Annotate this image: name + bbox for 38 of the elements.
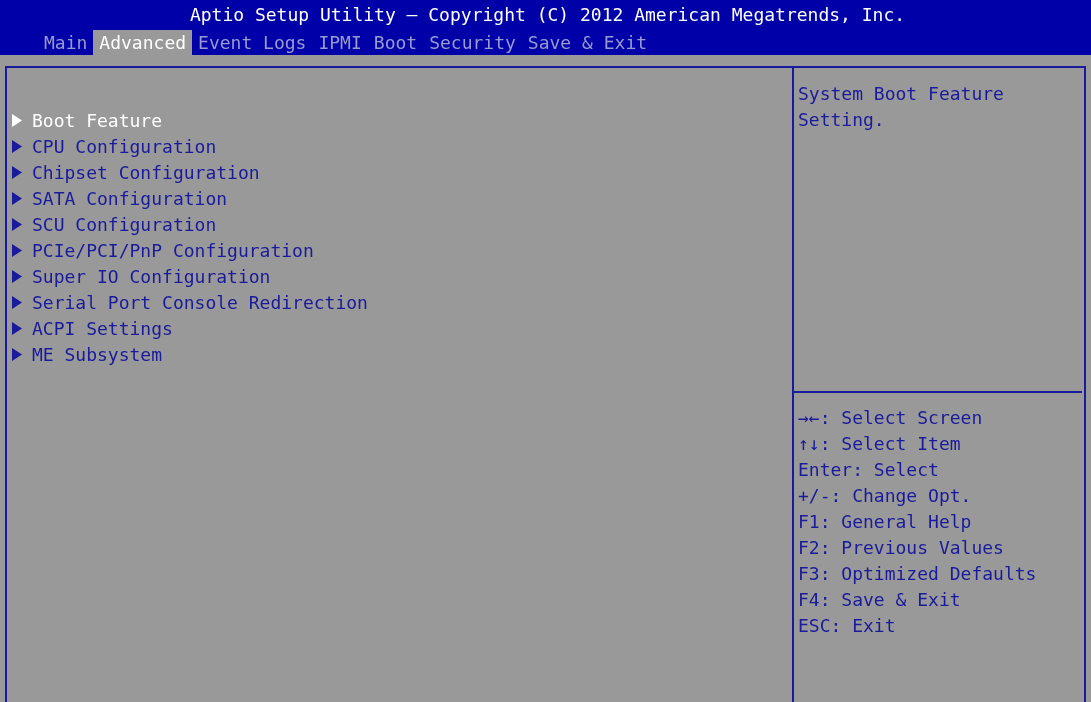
- help-text: System Boot Feature Setting.: [797, 82, 1005, 132]
- menu-item[interactable]: Boot Feature: [7, 107, 792, 133]
- triangle-icon: [12, 191, 22, 205]
- menu-tab[interactable]: Boot: [367, 30, 424, 55]
- menu-item[interactable]: Serial Port Console Redirection: [7, 289, 792, 315]
- menu-item[interactable]: PCIe/PCI/PnP Configuration: [7, 237, 792, 263]
- key-help-text: +/-: Change Opt.: [798, 484, 972, 508]
- key-help-text: F1: General Help: [798, 510, 972, 534]
- key-help-text: →←: Select Screen: [798, 406, 983, 430]
- menu-tab[interactable]: IPMI: [312, 30, 368, 55]
- menu-item[interactable]: ME Subsystem: [7, 341, 792, 367]
- key-help-text: F4: Save & Exit: [798, 588, 961, 612]
- menu-item[interactable]: Super IO Configuration: [7, 263, 792, 289]
- key-help-text: ESC: Exit: [798, 614, 896, 638]
- key-help-text: F3: Optimized Defaults: [798, 562, 1037, 586]
- menu-item[interactable]: SCU Configuration: [7, 211, 792, 237]
- menu-tab[interactable]: Security: [423, 30, 522, 55]
- menu-tab[interactable]: Advanced: [93, 30, 193, 55]
- window-title: Aptio Setup Utility – Copyright (C) 2012 American Megatrends, Inc.: [189, 3, 906, 27]
- menu-item[interactable]: Chipset Configuration: [7, 159, 792, 185]
- triangle-icon: [12, 139, 22, 153]
- key-help-text: F2: Previous Values: [798, 536, 1004, 560]
- triangle-icon: [12, 295, 22, 309]
- menu-tab[interactable]: Save & Exit: [521, 30, 654, 55]
- triangle-icon: [12, 165, 22, 179]
- menu-tab[interactable]: Event Logs: [192, 30, 313, 55]
- triangle-icon: [12, 321, 22, 335]
- triangle-icon: [12, 217, 22, 231]
- menu-item[interactable]: CPU Configuration: [7, 133, 792, 159]
- key-help-text: Enter: Select: [798, 458, 939, 482]
- triangle-icon: [12, 269, 22, 283]
- key-help-text: ↑↓: Select Item: [798, 432, 961, 456]
- menu-tab[interactable]: Main: [38, 30, 94, 55]
- triangle-icon: [12, 347, 22, 361]
- menu-item[interactable]: ACPI Settings: [7, 315, 792, 341]
- triangle-icon: [12, 243, 22, 257]
- triangle-icon: [12, 113, 22, 127]
- menu-item[interactable]: SATA Configuration: [7, 185, 792, 211]
